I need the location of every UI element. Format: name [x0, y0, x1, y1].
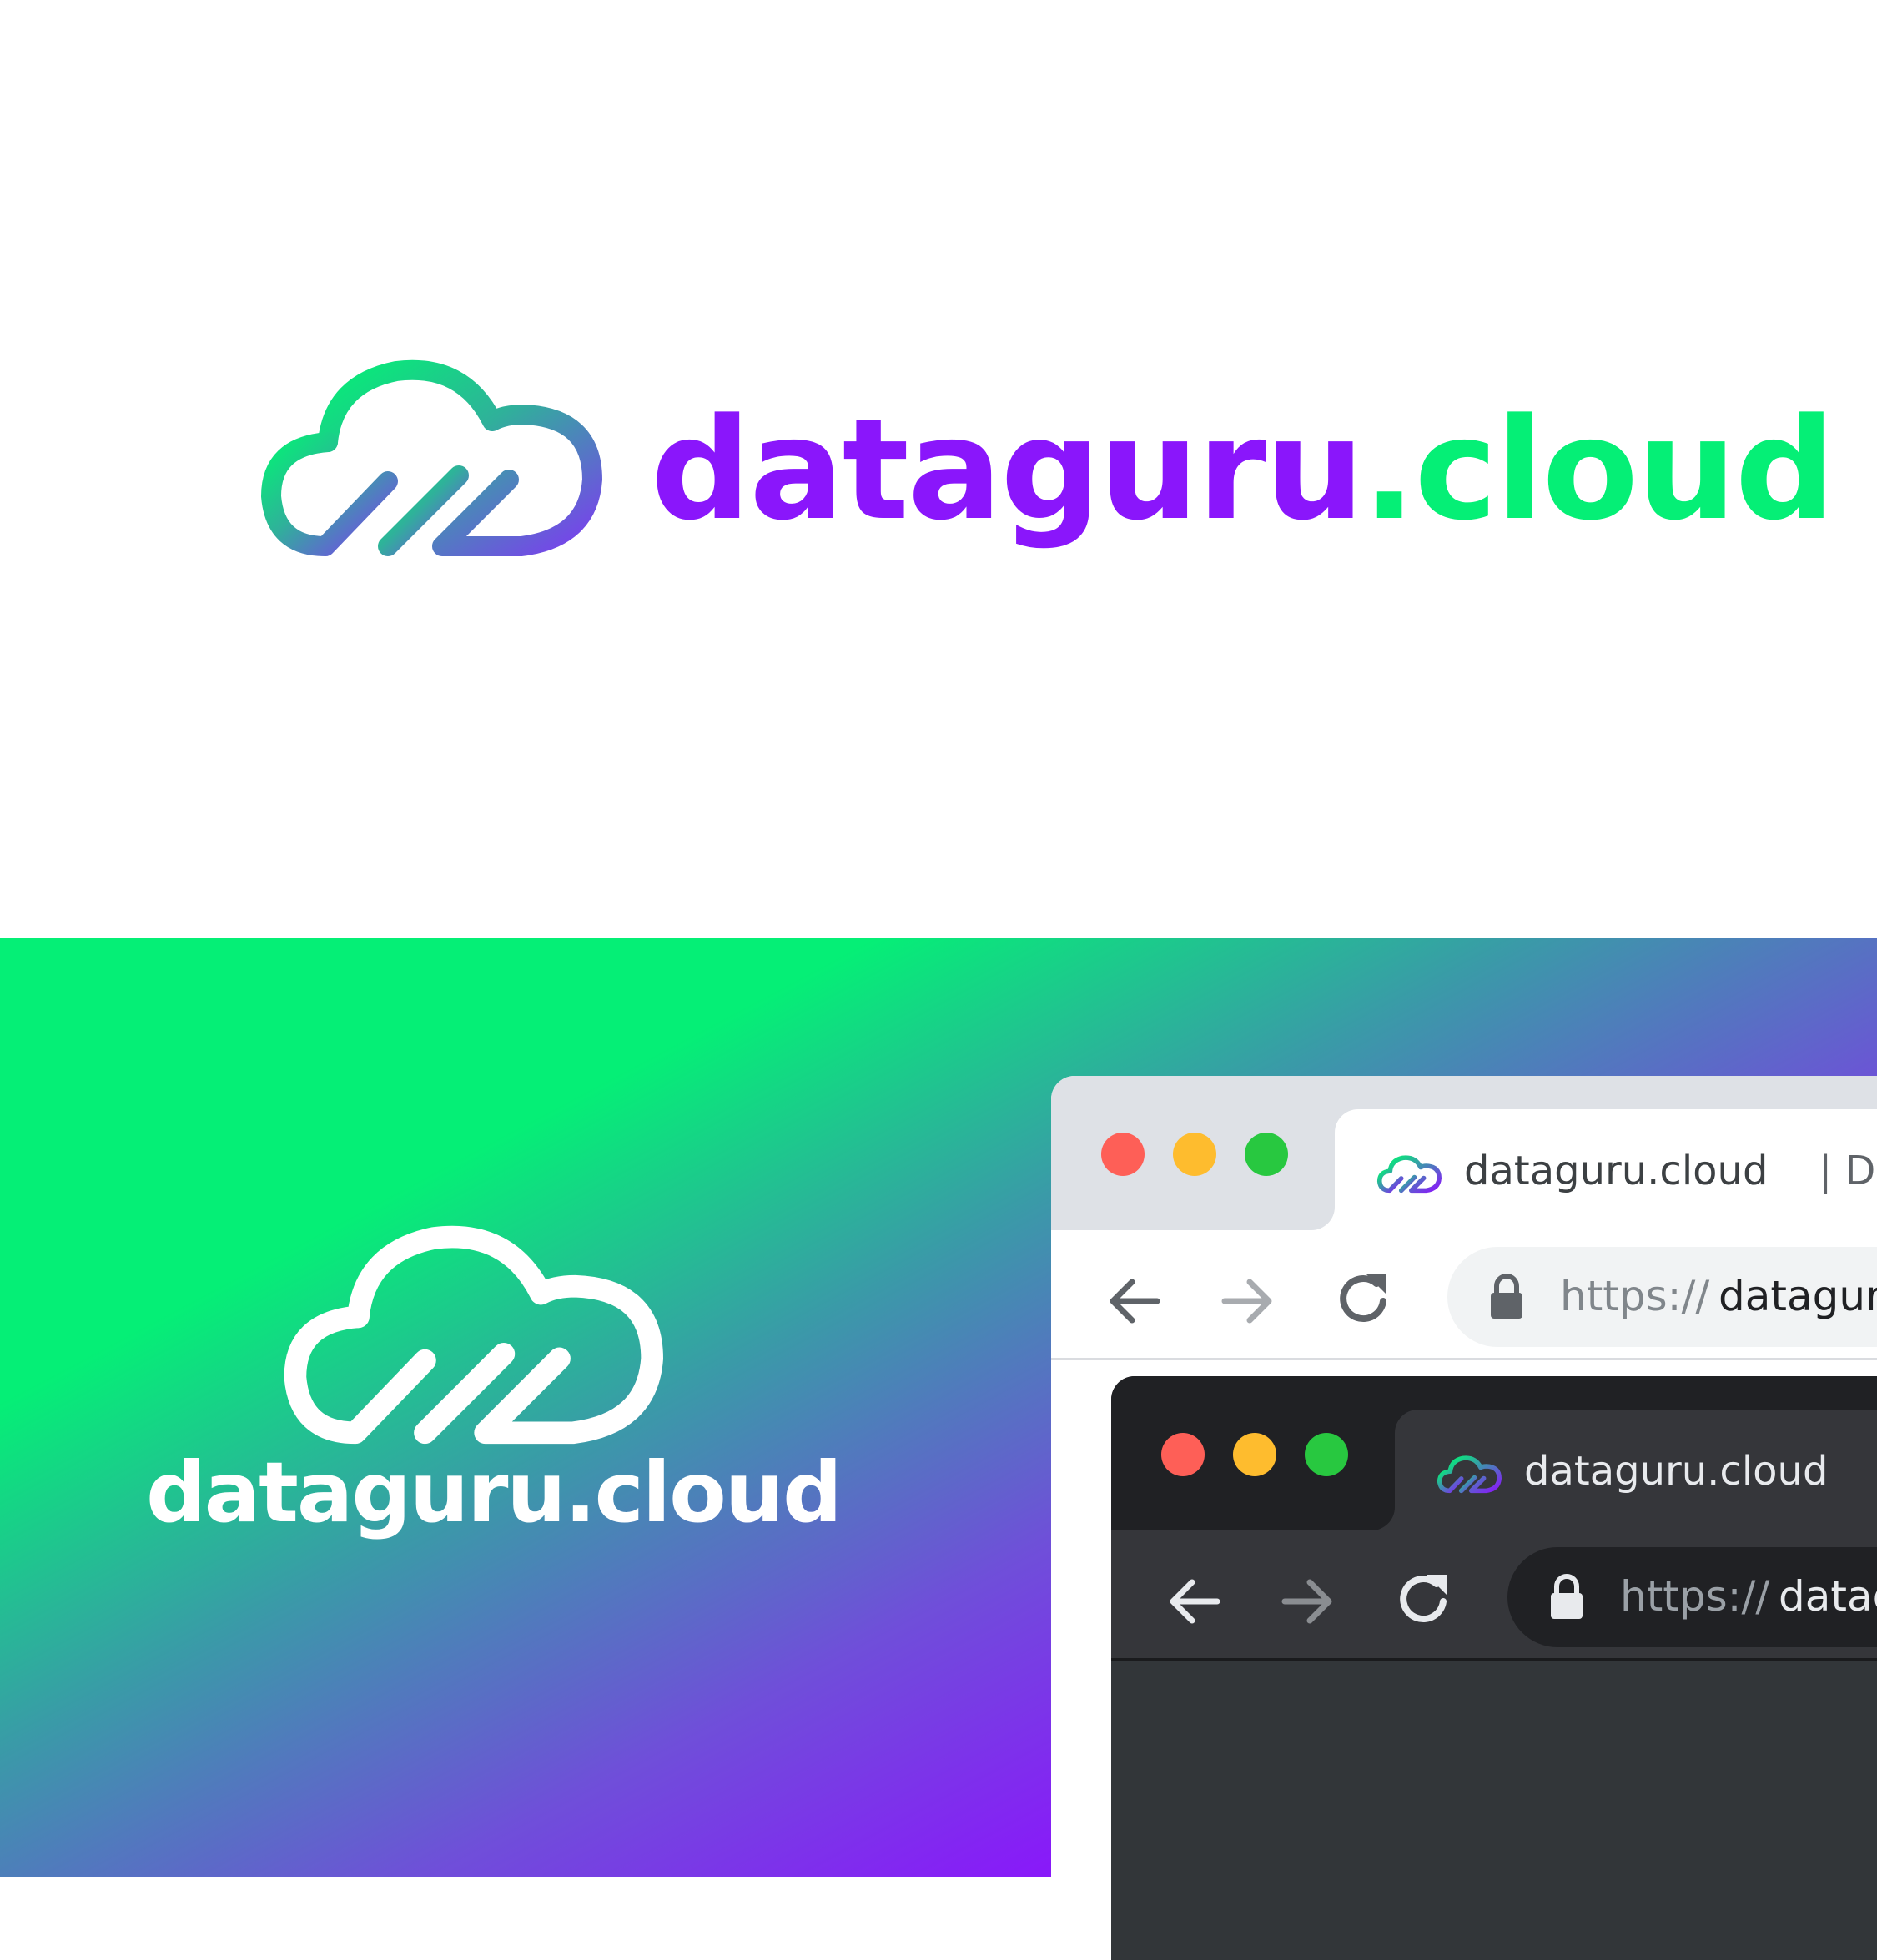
address-bar[interactable]: https://datag	[1507, 1547, 1877, 1647]
toolbar-divider	[1051, 1358, 1877, 1360]
page-content-dark	[1111, 1661, 1877, 1960]
browser-tab[interactable]: dataguru.cloud | Dat	[1335, 1109, 1877, 1243]
browser-tab[interactable]: dataguru.cloud | D	[1395, 1410, 1877, 1543]
browser-dark-mockup: dataguru.cloud | D https://datag	[1111, 1376, 1877, 1960]
brand-name-tld: .cloud	[1362, 388, 1835, 551]
reload-icon[interactable]	[1335, 1268, 1393, 1330]
tab-title: dataguru.cloud	[1524, 1448, 1829, 1495]
reload-icon[interactable]	[1395, 1568, 1453, 1631]
tab-title: dataguru.cloud	[1464, 1148, 1769, 1194]
lock-icon	[1491, 1274, 1522, 1319]
forward-arrow-icon[interactable]	[1218, 1272, 1276, 1330]
lock-icon	[1551, 1574, 1583, 1619]
tab-title-suffix: | Dat	[1819, 1148, 1877, 1194]
brand-name-main: dataguru	[651, 388, 1365, 551]
favicon-icon	[1437, 1455, 1502, 1494]
url-scheme: https://	[1560, 1272, 1710, 1320]
brand-wordmark: dataguru.cloud	[651, 388, 1835, 551]
back-arrow-icon[interactable]	[1165, 1572, 1224, 1631]
url-host: dataguru	[1718, 1272, 1877, 1320]
maximize-window-button[interactable]	[1245, 1133, 1288, 1176]
url-host: datag	[1779, 1572, 1877, 1621]
forward-arrow-icon[interactable]	[1278, 1572, 1336, 1631]
cloud-logo-white-icon	[284, 1225, 664, 1445]
brand-wordmark-white: dataguru.cloud	[146, 1444, 843, 1541]
minimize-window-button[interactable]	[1173, 1133, 1216, 1176]
hero-light-section: dataguru.cloud	[0, 0, 1877, 938]
favicon-icon	[1376, 1155, 1442, 1194]
address-bar[interactable]: https://dataguru	[1447, 1247, 1877, 1347]
maximize-window-button[interactable]	[1305, 1433, 1348, 1476]
minimize-window-button[interactable]	[1233, 1433, 1276, 1476]
close-window-button[interactable]	[1161, 1433, 1205, 1476]
cloud-logo-icon	[261, 359, 602, 556]
close-window-button[interactable]	[1101, 1133, 1145, 1176]
url-scheme: https://	[1620, 1572, 1770, 1621]
back-arrow-icon[interactable]	[1105, 1272, 1164, 1330]
